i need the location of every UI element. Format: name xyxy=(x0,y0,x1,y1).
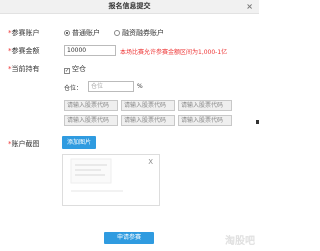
checkbox-checked-icon[interactable]: ✓ xyxy=(64,68,70,74)
scroll-marker xyxy=(256,120,259,124)
empty-position-checkbox[interactable]: ✓ 空仓 xyxy=(64,64,86,74)
stock-code-input-1[interactable]: 请输入股票代码 xyxy=(64,100,118,111)
amount-label-text: 参赛金额 xyxy=(11,47,40,55)
radio-label-margin: 融资融券账户 xyxy=(122,29,164,37)
dialog-header: 报名信息提交 × xyxy=(0,0,259,14)
stock-code-input-6[interactable]: 请输入股票代码 xyxy=(178,115,232,126)
add-image-button[interactable]: 添加图片 xyxy=(62,136,96,149)
holdings-label-text: 当前持有 xyxy=(11,65,40,73)
amount-label: *参赛金额 xyxy=(8,46,40,56)
stock-code-input-3[interactable]: 请输入股票代码 xyxy=(178,100,232,111)
holdings-label: *当前持有 xyxy=(8,64,40,74)
position-label: 仓位： xyxy=(64,85,83,92)
preview-close-icon[interactable]: X xyxy=(148,158,153,166)
screenshot-preview: X xyxy=(62,154,160,206)
radio-selected-icon[interactable] xyxy=(64,30,70,36)
dialog-title: 报名信息提交 xyxy=(108,2,151,10)
amount-input[interactable]: 10000 xyxy=(64,45,116,56)
radio-label-normal: 普通账户 xyxy=(72,29,100,37)
stock-code-input-4[interactable]: 请输入股票代码 xyxy=(64,115,118,126)
stock-code-input-2[interactable]: 请输入股票代码 xyxy=(121,100,175,111)
screenshot-label-text: 账户截图 xyxy=(11,140,40,148)
radio-unselected-icon[interactable] xyxy=(114,30,120,36)
amount-hint: 本场比赛允许参赛金额区间为1,000-1亿 xyxy=(120,49,228,56)
account-type-radio-margin[interactable]: 融资融券账户 xyxy=(114,28,164,38)
account-type-label-text: 参赛账户 xyxy=(11,29,40,37)
account-type-radio-normal[interactable]: 普通账户 xyxy=(64,28,100,38)
close-icon[interactable]: × xyxy=(246,0,253,13)
percent-sign: % xyxy=(137,83,143,90)
account-type-label: *参赛账户 xyxy=(8,28,40,38)
watermark-logo: 淘股吧 xyxy=(225,236,255,247)
empty-position-label: 空仓 xyxy=(72,65,86,73)
submit-button[interactable]: 申请参赛 xyxy=(104,232,154,244)
screenshot-label: *账户截图 xyxy=(8,139,40,149)
position-input[interactable]: 仓位 xyxy=(88,81,134,92)
preview-thumbnail xyxy=(70,158,123,192)
stock-code-input-5[interactable]: 请输入股票代码 xyxy=(121,115,175,126)
